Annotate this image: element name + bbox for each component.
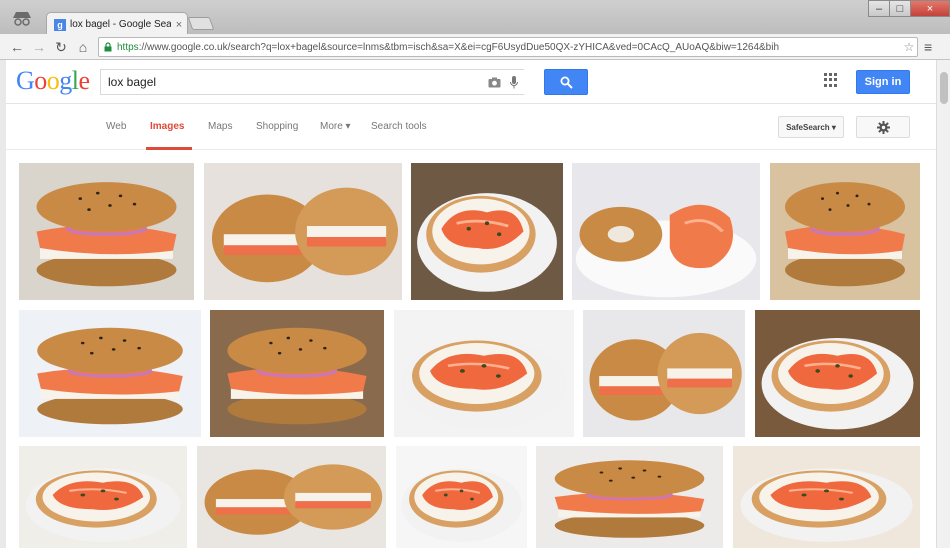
logo-letter-o: o: [34, 66, 47, 95]
image-result-open-face-lox-capers-plate[interactable]: [411, 163, 563, 300]
apps-grid-icon[interactable]: [824, 73, 838, 87]
tab-more[interactable]: More ▾: [320, 121, 351, 132]
reload-icon[interactable]: ↻: [52, 38, 70, 56]
url-path: ://www.google.co.uk/search?q=lox+bagel&s…: [138, 41, 780, 53]
google-favicon-icon: g: [54, 18, 66, 31]
gear-icon: [876, 120, 890, 134]
search-tabs-row: Web Images Maps Shopping More ▾ Search t…: [6, 104, 936, 150]
url-text: https://www.google.co.uk/search?q=lox+ba…: [117, 42, 901, 53]
url-scheme: https: [117, 41, 139, 53]
google-logo[interactable]: Google: [16, 66, 90, 96]
scrollbar-thumb[interactable]: [940, 72, 948, 104]
image-result-bagel-and-smoked-salmon-plate[interactable]: [572, 163, 760, 300]
minimize-button[interactable]: –: [868, 0, 890, 17]
image-result-toasted-bagel-lox-sandwich[interactable]: [19, 310, 201, 437]
search-input[interactable]: [101, 75, 484, 89]
image-result-sesame-bagel-lox-onion-rings[interactable]: [536, 446, 723, 548]
image-result-open-face-lox-onion-bagel[interactable]: [394, 310, 574, 437]
image-result-halved-everything-bagel-lox[interactable]: [583, 310, 745, 437]
window-close-button[interactable]: ×: [910, 0, 950, 17]
logo-letter-e: e: [78, 66, 91, 95]
google-header: Google Sign in: [6, 60, 936, 104]
image-result-lox-on-bagel-halves-board[interactable]: [197, 446, 386, 548]
tab-maps[interactable]: Maps: [208, 121, 232, 132]
tab-search-tools[interactable]: Search tools: [371, 121, 427, 132]
forward-arrow-icon[interactable]: →: [30, 38, 48, 56]
logo-letter-l: l: [71, 66, 79, 95]
active-tab-indicator: [146, 147, 192, 150]
tab-title: lox bagel - Google Search: [70, 19, 171, 30]
image-result-poppy-seed-bagel-lox-onion[interactable]: [19, 163, 194, 300]
tab-close-button[interactable]: ×: [171, 19, 187, 31]
lock-icon: [104, 42, 112, 52]
page-scrollbar[interactable]: [936, 60, 950, 548]
google-images-page: Google Sign in Web Images Maps Shopping …: [6, 60, 936, 548]
logo-letter-o2: o: [46, 66, 60, 95]
microphone-icon[interactable]: [504, 72, 524, 92]
camera-icon[interactable]: [484, 72, 504, 92]
maximize-button[interactable]: □: [889, 0, 911, 17]
search-box: [100, 69, 524, 95]
browser-tab[interactable]: g lox bagel - Google Search ×: [46, 12, 188, 36]
image-result-lox-ribbons-on-bagel[interactable]: [755, 310, 920, 437]
tab-images[interactable]: Images: [150, 121, 184, 132]
home-icon[interactable]: ⌂: [74, 38, 92, 56]
browser-toolbar: ← → ↻ ⌂ https://www.google.co.uk/search?…: [0, 34, 950, 60]
browser-titlebar: g lox bagel - Google Search × – □ ×: [0, 0, 950, 36]
tab-shopping[interactable]: Shopping: [256, 121, 298, 132]
safesearch-dropdown[interactable]: SafeSearch ▾: [778, 116, 844, 138]
logo-letter-g: G: [16, 66, 35, 95]
address-bar[interactable]: https://www.google.co.uk/search?q=lox+ba…: [98, 37, 918, 57]
bookmark-star-icon[interactable]: ☆: [901, 40, 917, 54]
image-result-sesame-bagel-lox-plate[interactable]: [770, 163, 920, 300]
search-icon: [560, 76, 573, 89]
chrome-menu-icon[interactable]: ≡: [924, 39, 932, 55]
settings-button[interactable]: [856, 116, 910, 138]
back-arrow-icon[interactable]: ←: [8, 38, 26, 56]
image-result-halved-bagel-cream-cheese-lox[interactable]: [204, 163, 402, 300]
incognito-icon: [13, 12, 31, 26]
image-result-lox-capers-onion-spread[interactable]: [19, 446, 187, 548]
new-tab-button[interactable]: [187, 17, 215, 30]
logo-letter-g2: g: [59, 66, 72, 95]
image-result-lox-chives-bagel-half[interactable]: [396, 446, 527, 548]
search-button[interactable]: [544, 69, 588, 95]
tab-web[interactable]: Web: [106, 121, 126, 132]
sign-in-button[interactable]: Sign in: [856, 70, 910, 94]
image-result-lox-cream-cheese-bagel-lemon[interactable]: [733, 446, 920, 548]
image-result-sesame-bagel-lox-onion-sandwich[interactable]: [210, 310, 384, 437]
